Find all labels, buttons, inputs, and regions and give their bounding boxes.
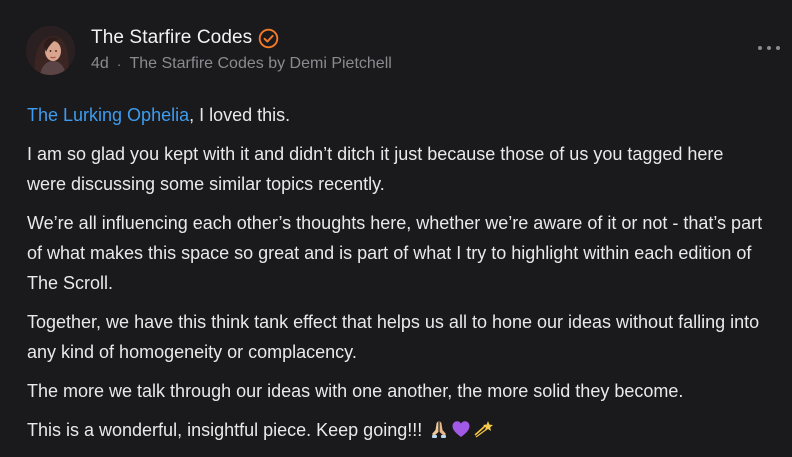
comment-card: The Starfire Codes 4d · The Starfire Cod…	[0, 0, 792, 454]
user-mention-link[interactable]: The Lurking Ophelia	[27, 105, 189, 125]
timestamp: 4d	[91, 55, 109, 72]
avatar[interactable]	[26, 26, 75, 75]
more-options-button[interactable]	[758, 40, 780, 56]
comment-paragraph: The Lurking Ophelia, I loved this.	[27, 100, 767, 130]
comment-paragraph: We’re all influencing each other’s thoug…	[27, 213, 763, 293]
more-dot-icon	[758, 46, 762, 50]
comment-body: The Lurking Ophelia, I loved this. I am …	[27, 100, 767, 457]
verified-badge-icon	[258, 28, 279, 49]
purple-heart-icon	[451, 418, 471, 448]
closing-text: This is a wonderful, insightful piece. K…	[27, 420, 423, 440]
comment-paragraph: Together, we have this think tank effect…	[27, 312, 760, 362]
author-name[interactable]: The Starfire Codes	[91, 27, 252, 49]
author-row: The Starfire Codes	[91, 25, 279, 51]
more-dot-icon	[767, 46, 771, 50]
publication-name[interactable]: The Starfire Codes by Demi Pietchell	[129, 55, 391, 73]
dizzy-star-icon	[473, 418, 495, 448]
post-meta: 4d · The Starfire Codes by Demi Pietchel…	[91, 55, 392, 73]
praying-hands-icon	[429, 418, 449, 448]
meta-separator: ·	[116, 56, 122, 72]
comment-paragraph: The more we talk through our ideas with …	[27, 381, 684, 401]
comment-paragraph: This is a wonderful, insightful piece. K…	[27, 415, 767, 448]
mention-suffix: , I loved this.	[189, 105, 291, 125]
comment-paragraph: I am so glad you kept with it and didn’t…	[27, 144, 724, 194]
more-dot-icon	[776, 46, 780, 50]
